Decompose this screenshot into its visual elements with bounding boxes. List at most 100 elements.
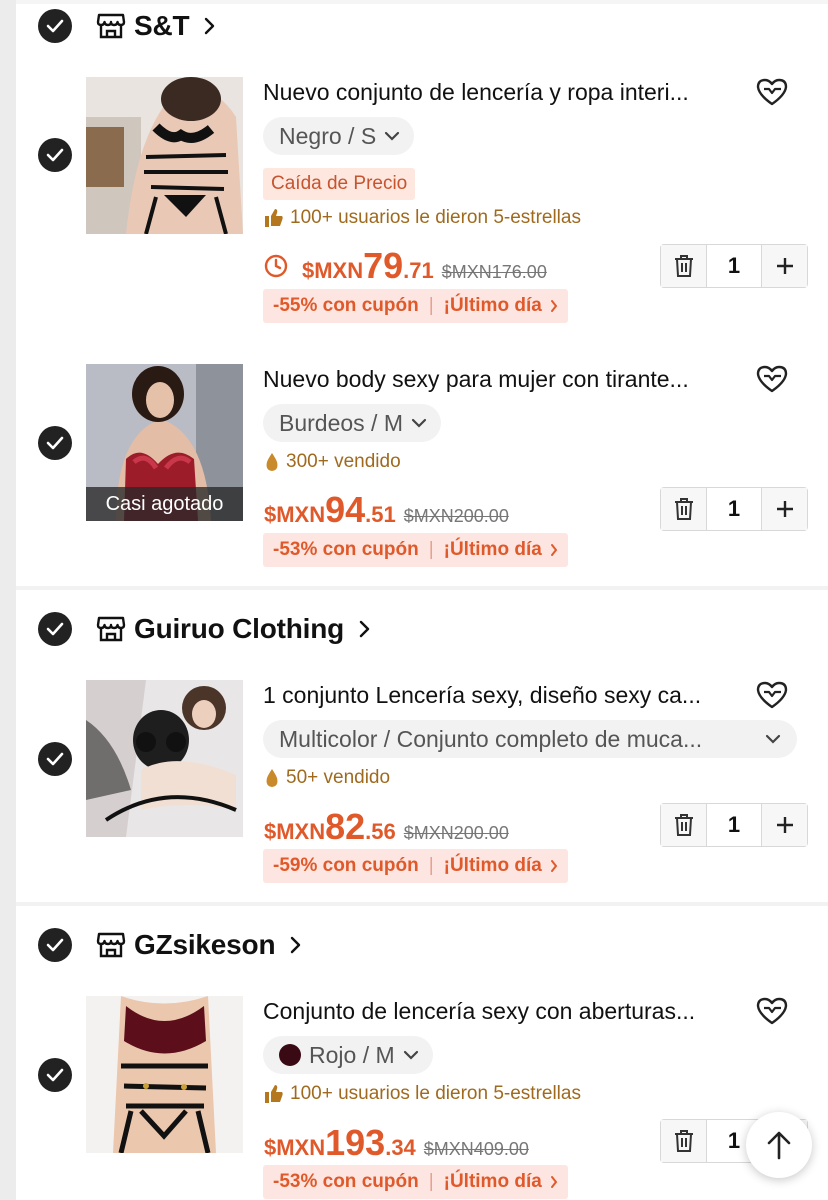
left-rail [0,0,16,1200]
store-header-guiruo[interactable]: Guiruo Clothing [38,612,370,646]
variant-selector[interactable]: Negro / S [263,117,415,155]
original-price: $MXN409.00 [423,1139,529,1159]
store-select-checkbox[interactable] [38,928,72,962]
thumbs-up-icon [265,1085,283,1103]
increase-quantity-button[interactable] [761,488,807,530]
product-image[interactable] [86,996,243,1153]
price-decimal: .51 [365,502,396,527]
price-currency: $MXN [264,502,326,527]
quantity-value[interactable]: 1 [707,804,761,846]
item-select-checkbox[interactable] [38,138,72,172]
price-integer: 94 [325,489,366,530]
color-swatch [279,1044,301,1066]
wishlist-button[interactable] [752,359,792,399]
product-title[interactable]: Nuevo body sexy para mujer con tirante..… [263,366,733,393]
delete-button[interactable] [661,488,707,530]
price-integer: 193 [325,1122,386,1163]
product-image[interactable] [86,77,243,234]
sold-count: 300+ vendido [264,451,401,473]
item-select-checkbox[interactable] [38,1058,72,1092]
check-icon [46,148,64,162]
delete-button[interactable] [661,245,707,287]
trash-icon [674,498,693,520]
coupon-banner[interactable]: -53% con cupón | ¡Último día [263,533,568,567]
original-price: $MXN200.00 [403,506,509,526]
price-drop-badge: Caída de Precio [263,168,416,200]
product-title[interactable]: Nuevo conjunto de lencería y ropa interi… [263,79,733,106]
chevron-right-icon [550,543,558,557]
sold-count: 50+ vendido [264,767,390,789]
product-title[interactable]: Conjunto de lencería sexy con aberturas.… [263,998,733,1025]
chevron-down-icon [765,734,781,744]
price-decimal: .71 [403,258,434,283]
store-name: S&T [134,10,190,41]
quantity-value[interactable]: 1 [707,245,761,287]
original-price: $MXN200.00 [403,823,509,843]
quantity-value[interactable]: 1 [707,488,761,530]
coupon-separator: | [428,539,434,560]
quantity-stepper[interactable]: 1 [660,803,808,847]
delete-button[interactable] [661,1120,707,1162]
check-icon [46,1068,64,1082]
rating-text: 100+ usuarios le dieron 5-estrellas [290,207,581,228]
price-currency: $MXN [264,1135,326,1160]
original-price: $MXN176.00 [441,262,547,282]
quantity-stepper[interactable]: 1 [660,244,808,288]
coupon-discount: -53% con cupón [273,539,419,560]
coupon-discount: -55% con cupón [273,295,419,316]
thumbs-up-icon [265,209,283,227]
chevron-down-icon [385,131,400,141]
store-select-checkbox[interactable] [38,612,72,646]
product-image[interactable] [86,680,243,837]
price-decimal: .34 [385,1135,416,1160]
back-to-top-button[interactable] [746,1112,812,1178]
coupon-separator: | [428,295,434,316]
store-header-gzsikeson[interactable]: GZsikeson [38,928,301,962]
chevron-right-icon [289,936,301,954]
wishlist-button[interactable] [752,72,792,112]
coupon-banner[interactable]: -55% con cupón | ¡Último día [263,289,568,323]
variant-selector[interactable]: Rojo / M [263,1036,433,1074]
quantity-stepper[interactable]: 1 [660,487,808,531]
store-name: Guiruo Clothing [134,613,345,644]
item-select-checkbox[interactable] [38,742,72,776]
price-currency: $MXN [264,819,326,844]
store-icon [96,932,126,958]
coupon-banner[interactable]: -53% con cupón | ¡Último día [263,1165,568,1199]
coupon-separator: | [428,1171,434,1192]
price-row: $MXN 193 .34 $MXN409.00 [264,1122,529,1164]
variant-selector[interactable]: Burdeos / M [263,404,441,442]
chevron-right-icon [550,859,558,873]
sold-text: 300+ vendido [286,451,401,472]
trash-icon [674,1130,693,1152]
store-select-checkbox[interactable] [38,9,72,43]
store-icon [96,616,126,642]
flame-icon [266,769,278,787]
variant-label: Multicolor / Conjunto completo de muca..… [279,725,703,752]
check-icon [46,19,64,33]
product-title[interactable]: 1 conjunto Lencería sexy, diseño sexy ca… [263,682,733,709]
rating-social-proof: 100+ usuarios le dieron 5-estrellas [264,1083,581,1105]
wishlist-button[interactable] [752,991,792,1031]
coupon-deadline: ¡Último día [443,295,542,316]
increase-quantity-button[interactable] [761,245,807,287]
wishlist-button[interactable] [752,675,792,715]
variant-selector[interactable]: Multicolor / Conjunto completo de muca..… [263,720,797,758]
check-icon [46,622,64,636]
product-image[interactable]: Casi agotado [86,364,243,521]
top-divider [16,0,828,4]
price-row: $MXN 94 .51 $MXN200.00 [264,489,509,531]
rating-text: 100+ usuarios le dieron 5-estrellas [290,1083,581,1104]
chevron-down-icon [403,1050,418,1060]
coupon-separator: | [428,855,434,876]
plus-icon [776,817,793,833]
chevron-down-icon [411,418,427,428]
rating-social-proof: 100+ usuarios le dieron 5-estrellas [264,207,581,229]
coupon-banner[interactable]: -59% con cupón | ¡Último día [263,849,568,883]
delete-button[interactable] [661,804,707,846]
increase-quantity-button[interactable] [761,804,807,846]
price-row: $MXN 82 .56 $MXN200.00 [264,806,509,848]
item-select-checkbox[interactable] [38,426,72,460]
price-integer: 82 [325,806,366,847]
store-header-st[interactable]: S&T [38,9,215,43]
